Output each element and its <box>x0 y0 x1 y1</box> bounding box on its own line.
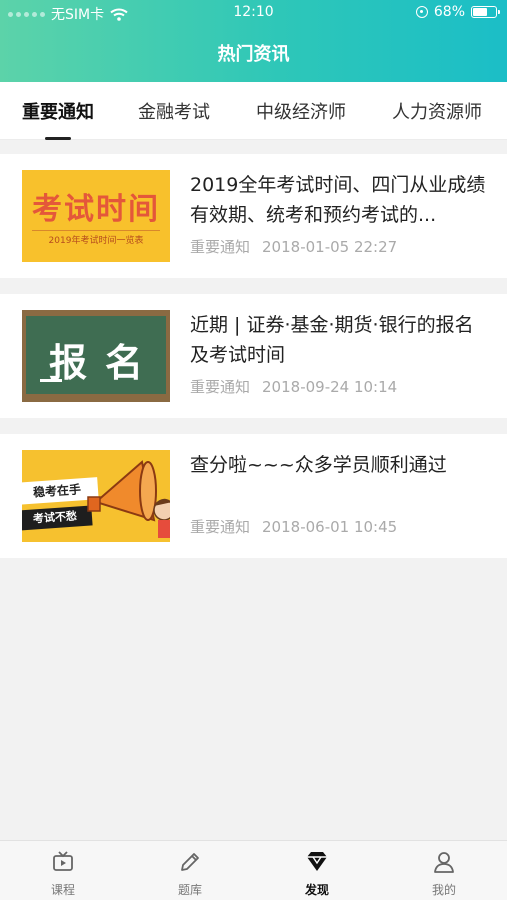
header-bar: 无SIM卡 12:10 68% 热门资讯 <box>0 0 507 82</box>
bottom-nav: 课程 题库 发现 我的 <box>0 840 507 900</box>
chalk-mark <box>40 379 62 382</box>
article-date: 2018-09-24 10:14 <box>262 378 398 396</box>
page-title: 热门资讯 <box>217 44 290 65</box>
article-meta: 重要通知 2018-09-24 10:14 <box>190 376 397 397</box>
chalkboard: 报名 <box>26 316 166 394</box>
article-category: 重要通知 <box>190 378 251 396</box>
article-meta: 重要通知 2018-01-05 22:27 <box>190 236 397 257</box>
article-title[interactable]: 2019全年考试时间、四门从业成绩有效期、统考和预约考试的... <box>190 170 490 230</box>
tab-hr-specialist[interactable]: 人力资源师 <box>392 82 482 140</box>
nav-question-bank[interactable]: 题库 <box>127 841 253 900</box>
battery-icon <box>471 6 500 18</box>
article-card[interactable]: 考试时间 2019年考试时间一览表 2019全年考试时间、四门从业成绩有效期、统… <box>0 154 507 278</box>
nav-courses[interactable]: 课程 <box>0 841 126 900</box>
article-date: 2018-06-01 10:45 <box>262 518 398 536</box>
tab-finance-exam[interactable]: 金融考试 <box>138 82 210 140</box>
status-bar: 无SIM卡 12:10 68% <box>0 0 507 26</box>
megaphone-icon <box>87 460 170 538</box>
nav-label: 课程 <box>50 883 75 897</box>
battery-percent: 68% <box>433 4 465 20</box>
thumbnail-subtext: 2019年考试时间一览表 <box>32 230 160 246</box>
nav-label: 题库 <box>177 883 202 897</box>
article-meta: 重要通知 2018-06-01 10:45 <box>190 516 397 537</box>
article-title[interactable]: 查分啦~~~众多学员顺利通过 <box>190 450 490 480</box>
rotation-lock-icon <box>415 6 428 18</box>
diamond-icon <box>307 852 327 871</box>
thumbnail-text: 考试时间 <box>32 192 160 227</box>
article-title[interactable]: 近期 | 证券·基金·期货·银行的报名及考试时间 <box>190 310 490 370</box>
article-card[interactable]: 稳考在手 考试不愁 查分啦~~~众多学员顺利通过 重要通知 2018-06-01 … <box>0 434 507 558</box>
nav-label: 我的 <box>431 883 456 897</box>
pencil-icon <box>181 853 199 871</box>
nav-profile[interactable]: 我的 <box>381 841 507 900</box>
tab-important-notice[interactable]: 重要通知 <box>22 82 94 140</box>
article-card[interactable]: 报名 近期 | 证券·基金·期货·银行的报名及考试时间 重要通知 2018-09-… <box>0 294 507 418</box>
nav-label: 发现 <box>304 883 329 897</box>
tab-intermediate-economist[interactable]: 中级经济师 <box>256 82 346 140</box>
tv-icon <box>53 851 73 871</box>
article-category: 重要通知 <box>190 518 251 536</box>
user-icon <box>434 852 454 873</box>
article-category: 重要通知 <box>190 238 251 256</box>
article-thumbnail: 稳考在手 考试不愁 <box>22 450 170 542</box>
category-tabs: 重要通知 金融考试 中级经济师 人力资源师 <box>0 82 507 140</box>
article-date: 2018-01-05 22:27 <box>262 238 398 256</box>
article-thumbnail: 考试时间 2019年考试时间一览表 <box>22 170 170 262</box>
nav-discover[interactable]: 发现 <box>254 841 380 900</box>
battery-fill <box>473 8 487 16</box>
article-thumbnail: 报名 <box>22 310 170 402</box>
